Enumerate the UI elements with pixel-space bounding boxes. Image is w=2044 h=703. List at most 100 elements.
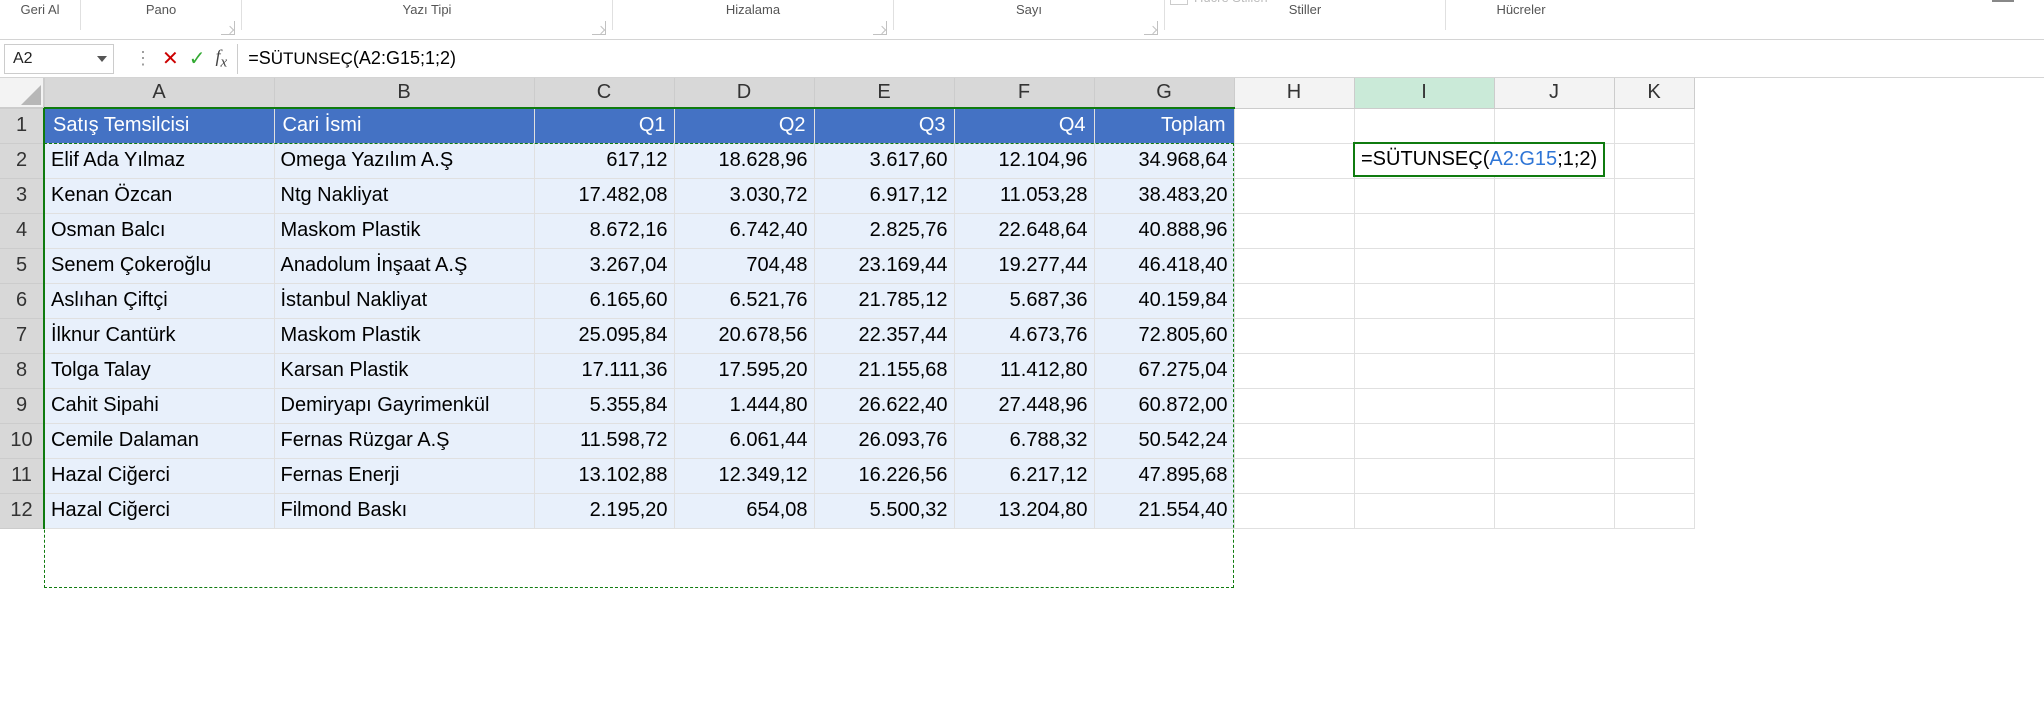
active-formula-cell[interactable]: =SÜTUNSEÇ(A2:G15;1;2): [1353, 142, 1605, 177]
cell-G7[interactable]: 72.805,60: [1094, 318, 1234, 353]
cell-H7[interactable]: [1234, 318, 1354, 353]
cell-E9[interactable]: 26.622,40: [814, 388, 954, 423]
cell-E10[interactable]: 26.093,76: [814, 423, 954, 458]
row-header-4[interactable]: 4: [0, 213, 44, 248]
cell-G9[interactable]: 60.872,00: [1094, 388, 1234, 423]
row-header-10[interactable]: 10: [0, 423, 44, 458]
cell-K7[interactable]: [1614, 318, 1694, 353]
row-header-5[interactable]: 5: [0, 248, 44, 283]
cell-D8[interactable]: 17.595,20: [674, 353, 814, 388]
spreadsheet[interactable]: ABCDEFGHIJK 1 Satış Temsilcisi Cari İsmi…: [0, 78, 2044, 529]
cell-C10[interactable]: 11.598,72: [534, 423, 674, 458]
row-header-11[interactable]: 11: [0, 458, 44, 493]
select-all-triangle[interactable]: [0, 78, 44, 108]
cell-A5[interactable]: Senem Çokeroğlu: [44, 248, 274, 283]
cell-J3[interactable]: [1494, 178, 1614, 213]
cell-G5[interactable]: 46.418,40: [1094, 248, 1234, 283]
table-header-q4[interactable]: Q4: [954, 108, 1094, 143]
fx-icon[interactable]: fx: [216, 46, 228, 72]
column-header-D[interactable]: D: [674, 78, 814, 108]
cell-K11[interactable]: [1614, 458, 1694, 493]
cell-A3[interactable]: Kenan Özcan: [44, 178, 274, 213]
cell-H5[interactable]: [1234, 248, 1354, 283]
cell-F10[interactable]: 6.788,32: [954, 423, 1094, 458]
cancel-icon[interactable]: ✕: [162, 46, 179, 71]
column-header-F[interactable]: F: [954, 78, 1094, 108]
cell-E3[interactable]: 6.917,12: [814, 178, 954, 213]
cell-K9[interactable]: [1614, 388, 1694, 423]
cell-E7[interactable]: 22.357,44: [814, 318, 954, 353]
cell-J9[interactable]: [1494, 388, 1614, 423]
cell-G10[interactable]: 50.542,24: [1094, 423, 1234, 458]
cell-D7[interactable]: 20.678,56: [674, 318, 814, 353]
cell-A12[interactable]: Hazal Ciğerci: [44, 493, 274, 528]
table-header-q3[interactable]: Q3: [814, 108, 954, 143]
cell-B5[interactable]: Anadolum İnşaat A.Ş: [274, 248, 534, 283]
cell-D12[interactable]: 654,08: [674, 493, 814, 528]
cell-F7[interactable]: 4.673,76: [954, 318, 1094, 353]
cell-G11[interactable]: 47.895,68: [1094, 458, 1234, 493]
cell-C3[interactable]: 17.482,08: [534, 178, 674, 213]
name-box[interactable]: A2: [4, 44, 114, 74]
cell-I5[interactable]: [1354, 248, 1494, 283]
cell-D5[interactable]: 704,48: [674, 248, 814, 283]
cell-J4[interactable]: [1494, 213, 1614, 248]
cell-D11[interactable]: 12.349,12: [674, 458, 814, 493]
cell-A2[interactable]: Elif Ada Yılmaz: [44, 143, 274, 178]
cell-I11[interactable]: [1354, 458, 1494, 493]
cell-A4[interactable]: Osman Balcı: [44, 213, 274, 248]
column-header-G[interactable]: G: [1094, 78, 1234, 108]
cell-A8[interactable]: Tolga Talay: [44, 353, 274, 388]
cell-J7[interactable]: [1494, 318, 1614, 353]
cell-D6[interactable]: 6.521,76: [674, 283, 814, 318]
cell-H4[interactable]: [1234, 213, 1354, 248]
row-header-9[interactable]: 9: [0, 388, 44, 423]
table-header-sales-rep[interactable]: Satış Temsilcisi: [44, 108, 274, 143]
cell-H2[interactable]: [1234, 143, 1354, 178]
cell-B12[interactable]: Filmond Baskı: [274, 493, 534, 528]
cell-G3[interactable]: 38.483,20: [1094, 178, 1234, 213]
column-header-B[interactable]: B: [274, 78, 534, 108]
cell-D9[interactable]: 1.444,80: [674, 388, 814, 423]
cell-K1[interactable]: [1614, 108, 1694, 143]
cell-A10[interactable]: Cemile Dalaman: [44, 423, 274, 458]
row-header-7[interactable]: 7: [0, 318, 44, 353]
cell-C9[interactable]: 5.355,84: [534, 388, 674, 423]
cell-K12[interactable]: [1614, 493, 1694, 528]
cell-E2[interactable]: 3.617,60: [814, 143, 954, 178]
cell-F8[interactable]: 11.412,80: [954, 353, 1094, 388]
cell-H3[interactable]: [1234, 178, 1354, 213]
cell-H11[interactable]: [1234, 458, 1354, 493]
cell-G4[interactable]: 40.888,96: [1094, 213, 1234, 248]
column-header-J[interactable]: J: [1494, 78, 1614, 108]
column-header-E[interactable]: E: [814, 78, 954, 108]
cell-B9[interactable]: Demiryapı Gayrimenkül: [274, 388, 534, 423]
cell-C7[interactable]: 25.095,84: [534, 318, 674, 353]
cell-E11[interactable]: 16.226,56: [814, 458, 954, 493]
table-header-q1[interactable]: Q1: [534, 108, 674, 143]
cell-B7[interactable]: Maskom Plastik: [274, 318, 534, 353]
alignment-dialog-launcher-icon[interactable]: [873, 21, 887, 35]
cell-C11[interactable]: 13.102,88: [534, 458, 674, 493]
cell-I3[interactable]: [1354, 178, 1494, 213]
cell-K3[interactable]: [1614, 178, 1694, 213]
cell-K8[interactable]: [1614, 353, 1694, 388]
cell-B6[interactable]: İstanbul Nakliyat: [274, 283, 534, 318]
cell-F2[interactable]: 12.104,96: [954, 143, 1094, 178]
cell-E12[interactable]: 5.500,32: [814, 493, 954, 528]
cell-F9[interactable]: 27.448,96: [954, 388, 1094, 423]
cell-D3[interactable]: 3.030,72: [674, 178, 814, 213]
clipboard-dialog-launcher-icon[interactable]: [221, 21, 235, 35]
cell-B11[interactable]: Fernas Enerji: [274, 458, 534, 493]
cell-A7[interactable]: İlknur Cantürk: [44, 318, 274, 353]
cell-B10[interactable]: Fernas Rüzgar A.Ş: [274, 423, 534, 458]
cell-F3[interactable]: 11.053,28: [954, 178, 1094, 213]
cell-E5[interactable]: 23.169,44: [814, 248, 954, 283]
cell-D4[interactable]: 6.742,40: [674, 213, 814, 248]
cell-E4[interactable]: 2.825,76: [814, 213, 954, 248]
row-header-3[interactable]: 3: [0, 178, 44, 213]
cell-D2[interactable]: 18.628,96: [674, 143, 814, 178]
cell-B3[interactable]: Ntg Nakliyat: [274, 178, 534, 213]
cell-B4[interactable]: Maskom Plastik: [274, 213, 534, 248]
cell-H6[interactable]: [1234, 283, 1354, 318]
